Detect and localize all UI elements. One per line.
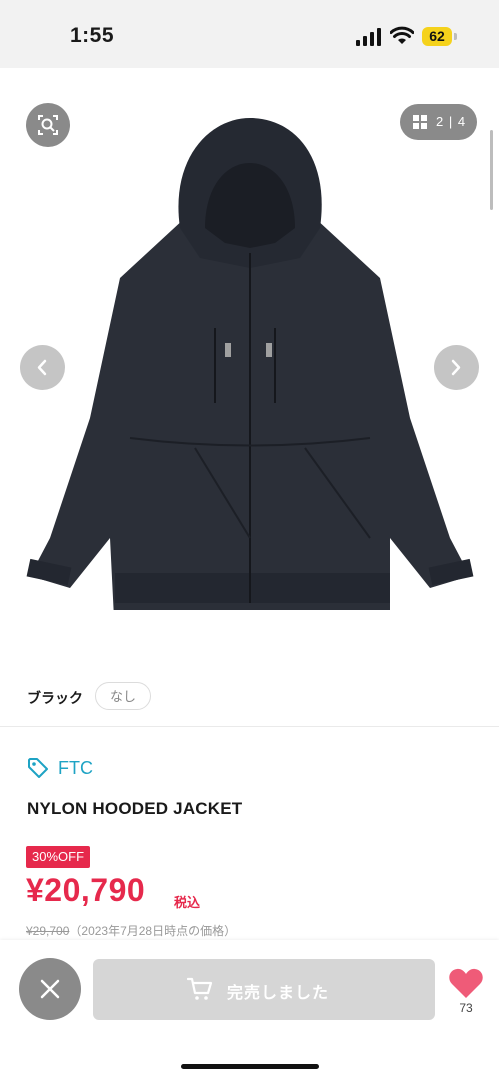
image-search-button[interactable] — [26, 103, 70, 147]
battery-nub — [454, 33, 457, 40]
heart-icon[interactable] — [448, 967, 484, 999]
lens-search-icon — [38, 115, 58, 135]
scrollbar-thumb[interactable] — [490, 130, 493, 210]
close-button[interactable] — [19, 958, 81, 1020]
cellular-signal-icon — [356, 28, 381, 46]
product-image — [26, 118, 474, 610]
status-bar: 1:55 62 — [0, 0, 499, 68]
original-price: ¥29,700 — [26, 924, 70, 938]
tax-label: 税込 — [174, 895, 201, 910]
home-indicator[interactable] — [181, 1064, 319, 1069]
soldout-label: 完売しました — [227, 985, 330, 1002]
image-counter-text: 2 | 4 — [436, 114, 467, 129]
soldout-button[interactable]: 完売しました — [93, 959, 435, 1020]
grid-icon — [413, 115, 427, 129]
battery-indicator: 62 — [422, 27, 452, 46]
battery-level: 62 — [429, 28, 445, 44]
status-time: 1:55 — [70, 24, 115, 47]
previous-image-button[interactable] — [20, 345, 65, 390]
discount-badge: 30%OFF — [26, 846, 91, 868]
chevron-right-icon — [451, 359, 461, 376]
original-price-line: ¥29,700（2023年7月28日時点の価格） — [26, 922, 236, 939]
cart-icon — [187, 977, 213, 1000]
section-divider — [0, 726, 499, 727]
product-price: ¥20,790 — [26, 872, 146, 908]
original-price-note: （2023年7月28日時点の価格） — [69, 924, 237, 938]
next-image-button[interactable] — [434, 345, 479, 390]
chevron-left-icon — [37, 359, 47, 376]
like-count: 73 — [459, 1001, 473, 1015]
product-title: NYLON HOODED JACKET — [27, 799, 243, 818]
close-icon — [40, 979, 60, 999]
brand-link[interactable]: FTC — [58, 758, 93, 779]
tag-icon — [28, 758, 48, 778]
variant-size-chip[interactable]: なし — [95, 682, 151, 710]
image-counter-button[interactable]: 2 | 4 — [400, 104, 477, 140]
variant-color-label: ブラック — [27, 690, 83, 706]
wifi-icon — [390, 26, 414, 44]
